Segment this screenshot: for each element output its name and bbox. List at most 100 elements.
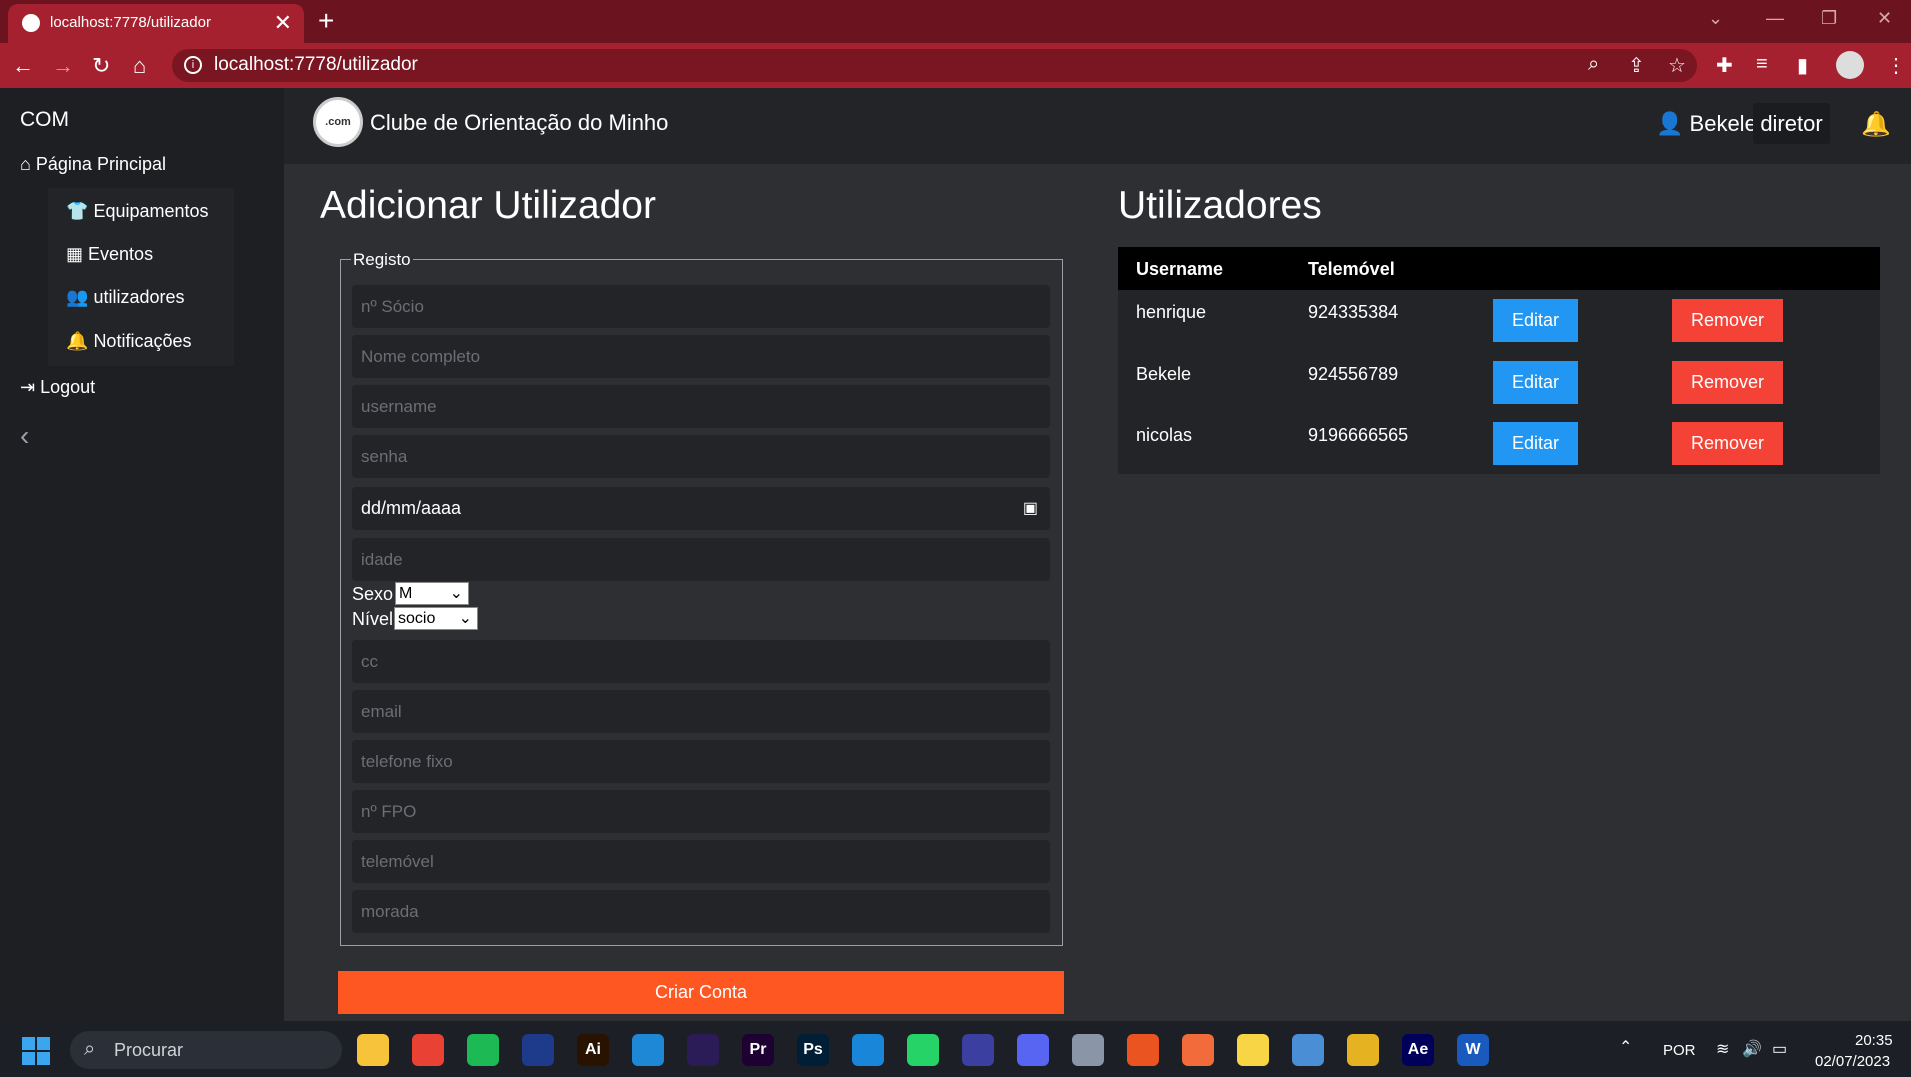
user-menu[interactable]: 👤 Bekele	[1656, 111, 1757, 137]
sidebar-item-utilizadores[interactable]: 👥 utilizadores	[66, 287, 184, 308]
edit-button[interactable]: Editar	[1493, 422, 1578, 465]
app-19-icon[interactable]	[1347, 1034, 1379, 1066]
fpo-input[interactable]: nº FPO	[352, 790, 1050, 833]
app-4-icon[interactable]	[522, 1034, 554, 1066]
cell-telemovel: 9196666565	[1308, 425, 1409, 445]
wifi-icon[interactable]: ≋	[1716, 1039, 1729, 1059]
cell-username: nicolas	[1136, 425, 1193, 445]
bookmark-star-icon[interactable]: ☆	[1668, 53, 1686, 78]
remove-button[interactable]: Remover	[1672, 422, 1783, 465]
minimize-icon[interactable]: —	[1766, 8, 1784, 29]
nome-input[interactable]: Nome completo	[352, 335, 1050, 378]
sidebar-brand[interactable]: COM	[20, 108, 69, 132]
birthdate-input[interactable]: dd/mm/aaaa ▣	[352, 487, 1050, 530]
remove-button[interactable]: Remover	[1672, 361, 1783, 404]
socio-input[interactable]: nº Sócio	[352, 285, 1050, 328]
table-row: Bekele 924556789 Editar Remover	[1118, 352, 1880, 413]
language-indicator[interactable]: POR	[1663, 1042, 1696, 1059]
back-icon[interactable]: ←	[12, 53, 34, 79]
restore-icon[interactable]: ❐	[1821, 8, 1837, 29]
box-icon[interactable]	[1292, 1034, 1324, 1066]
morada-input[interactable]: morada	[352, 890, 1050, 933]
file-explorer-icon[interactable]	[357, 1034, 389, 1066]
sexo-label: Sexo	[352, 584, 394, 604]
cc-input[interactable]: cc	[352, 640, 1050, 683]
omnibox[interactable]: i localhost:7778/utilizador	[172, 49, 1697, 82]
ubuntu-icon[interactable]	[1127, 1034, 1159, 1066]
edit-button[interactable]: Editar	[1493, 361, 1578, 404]
remove-button[interactable]: Remover	[1672, 299, 1783, 342]
club-logo[interactable]: .com	[313, 97, 363, 147]
criar-conta-button[interactable]: Criar Conta	[338, 971, 1064, 1014]
windows-start-icon[interactable]	[22, 1037, 50, 1065]
media-queue-icon[interactable]: ≡	[1756, 53, 1768, 76]
sidebar-item-eventos[interactable]: ▦ Eventos	[66, 244, 153, 265]
home-icon: ⌂	[20, 154, 31, 174]
app-14-icon[interactable]	[1072, 1034, 1104, 1066]
home-icon[interactable]: ⌂	[133, 53, 146, 79]
clock-date[interactable]: 02/07/2023	[1815, 1053, 1890, 1070]
browser-tab[interactable]: localhost:7778/utilizador ✕	[8, 4, 304, 43]
premiere-icon[interactable]: Pr	[742, 1034, 774, 1066]
notifications-bell-icon[interactable]: 🔔	[1861, 110, 1891, 139]
share-icon[interactable]: ⇪	[1628, 53, 1645, 78]
vscode-icon[interactable]	[632, 1034, 664, 1066]
users-title: Utilizadores	[1118, 184, 1322, 227]
word-icon[interactable]: W	[1457, 1034, 1489, 1066]
telemovel-input[interactable]: telemóvel	[352, 840, 1050, 883]
app-12-icon[interactable]	[962, 1034, 994, 1066]
calendar-picker-icon[interactable]: ▣	[1023, 487, 1038, 530]
bulb-icon[interactable]	[1237, 1034, 1269, 1066]
sidebar-item-home[interactable]: ⌂ Página Principal	[20, 154, 166, 175]
mail-icon[interactable]	[852, 1034, 884, 1066]
chrome-icon[interactable]	[412, 1034, 444, 1066]
discord-icon[interactable]	[1017, 1034, 1049, 1066]
sexo-select[interactable]: M ⌄	[395, 582, 469, 605]
photoshop-icon[interactable]: Ps	[797, 1034, 829, 1066]
premiere-elements-icon[interactable]	[687, 1034, 719, 1066]
reload-icon[interactable]: ↻	[92, 53, 110, 79]
forward-icon[interactable]: →	[52, 53, 74, 79]
whatsapp-icon[interactable]	[907, 1034, 939, 1066]
sidebar-item-label: Página Principal	[35, 154, 166, 174]
sidebar-item-equipamentos[interactable]: 👕 Equipamentos	[66, 201, 209, 222]
table-row: nicolas 9196666565 Editar Remover	[1118, 413, 1880, 474]
sidebar-item-logout[interactable]: ⇥ Logout	[20, 377, 95, 398]
url-text: localhost:7778/utilizador	[214, 54, 418, 75]
tab-search-icon[interactable]: ⌄	[1708, 8, 1723, 29]
email-input[interactable]: email	[352, 690, 1050, 733]
edit-button[interactable]: Editar	[1493, 299, 1578, 342]
club-name: Clube de Orientação do Minho	[370, 110, 669, 135]
senha-input[interactable]: senha	[352, 435, 1050, 478]
date-value: dd/mm/aaaa	[361, 498, 462, 518]
cell-username: Bekele	[1136, 364, 1192, 384]
close-tab-icon[interactable]: ✕	[274, 10, 292, 36]
search-icon: ⌕	[84, 1038, 96, 1060]
idade-input[interactable]: idade	[352, 538, 1050, 581]
side-panel-icon[interactable]: ▮	[1797, 53, 1808, 78]
close-window-icon[interactable]: ✕	[1877, 8, 1892, 29]
site-info-icon[interactable]: i	[184, 56, 202, 74]
tray-overflow-icon[interactable]: ⌃	[1619, 1037, 1632, 1057]
taskbar-search[interactable]: ⌕ Procurar	[70, 1031, 342, 1069]
telefone-input[interactable]: telefone fixo	[352, 740, 1050, 783]
nivel-select[interactable]: socio ⌄	[394, 607, 478, 630]
nivel-label: Nível	[352, 609, 394, 629]
column-header-username: Username	[1136, 259, 1224, 279]
zoom-icon[interactable]: ⌕	[1588, 53, 1599, 76]
username-input[interactable]: username	[352, 385, 1050, 428]
extensions-icon[interactable]: ✚	[1716, 53, 1733, 78]
after-effects-icon[interactable]: Ae	[1402, 1034, 1434, 1066]
volume-icon[interactable]: 🔊	[1742, 1039, 1762, 1059]
battery-icon[interactable]: ▭	[1772, 1039, 1787, 1059]
illustrator-icon[interactable]: Ai	[577, 1034, 609, 1066]
collapse-sidebar-icon[interactable]: ‹	[20, 420, 29, 452]
profile-avatar[interactable]	[1836, 51, 1864, 79]
cell-telemovel: 924335384	[1308, 302, 1399, 322]
spotify-icon[interactable]	[467, 1034, 499, 1066]
menu-kebab-icon[interactable]: ⋮	[1886, 53, 1906, 78]
clock-time[interactable]: 20:35	[1855, 1032, 1893, 1049]
new-tab-button[interactable]: +	[318, 5, 334, 37]
app-16-icon[interactable]	[1182, 1034, 1214, 1066]
sidebar-item-notificacoes[interactable]: 🔔 Notificações	[66, 331, 191, 352]
